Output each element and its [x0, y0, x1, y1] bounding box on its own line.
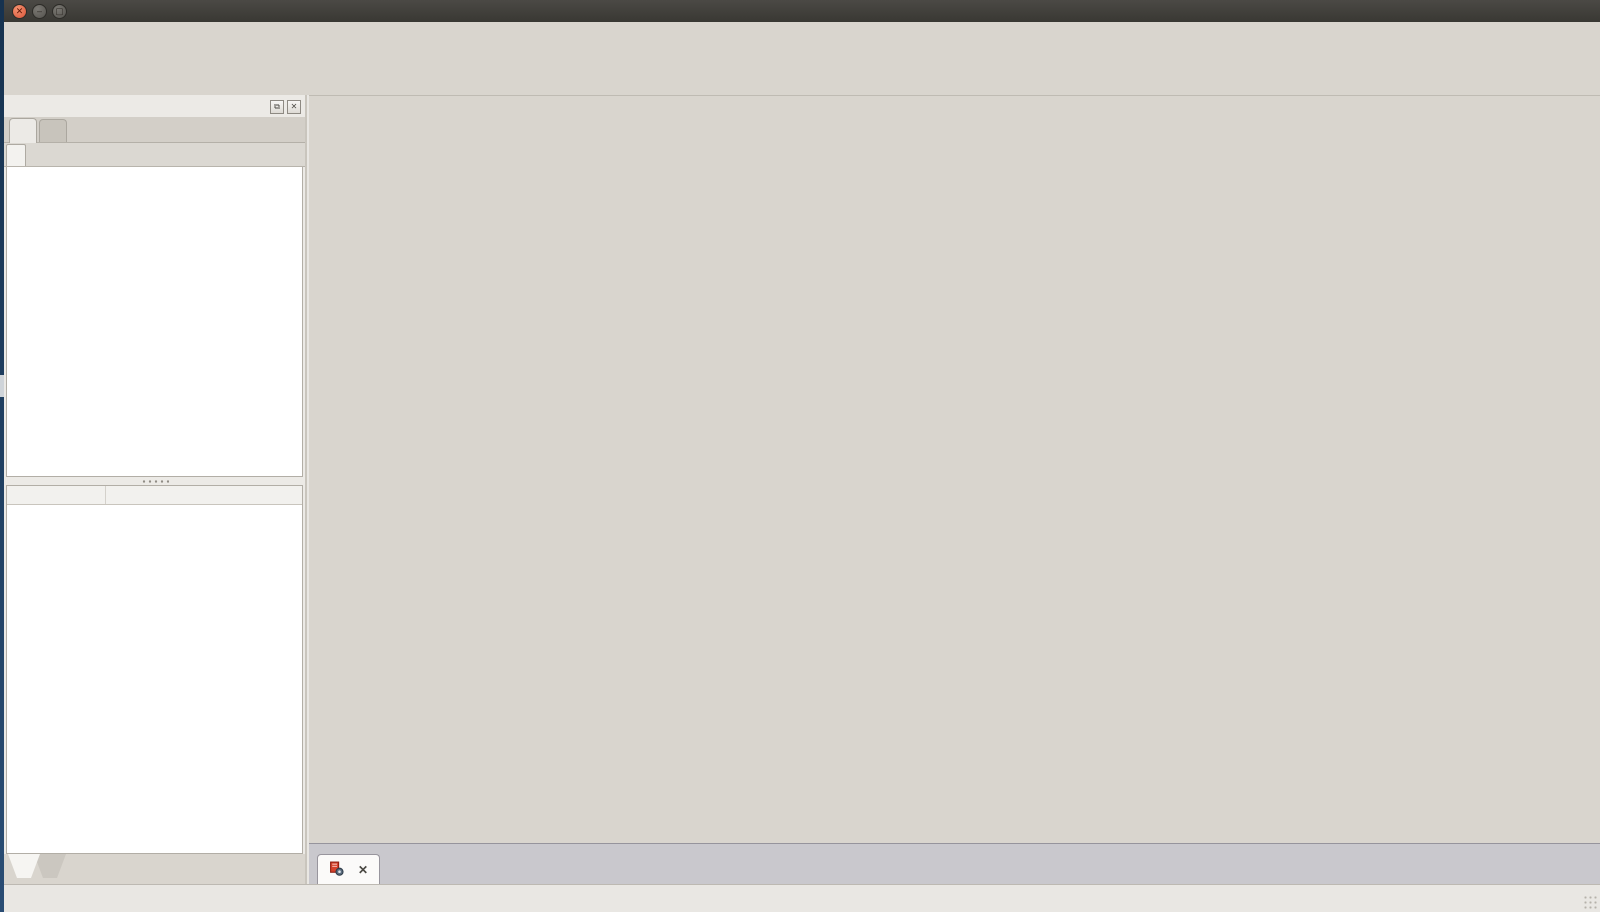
property-editor [6, 485, 303, 854]
mdi-area: ✕ [307, 95, 1600, 884]
panel-splitter[interactable] [4, 477, 305, 485]
combo-view-tabs [4, 117, 305, 143]
document-tab-bar: ✕ [309, 843, 1600, 884]
panel-close-icon[interactable]: ✕ [287, 100, 301, 114]
panel-reveal-notch[interactable] [0, 375, 4, 397]
tab-close-icon[interactable]: ✕ [358, 863, 368, 877]
window-minimize-button[interactable]: – [32, 4, 47, 19]
tab-tasks[interactable] [39, 119, 67, 142]
toolbar-part-measure [4, 59, 1600, 96]
screen-edge-strip [0, 0, 4, 912]
property-editor-filler [7, 505, 302, 853]
titlebar[interactable]: ✕ – ▢ [0, 0, 1600, 22]
property-column-header[interactable] [7, 486, 106, 504]
resize-grip-icon[interactable] [1583, 895, 1597, 909]
tab-data[interactable] [34, 854, 66, 878]
combo-view-panel: ⧉ ✕ [4, 95, 307, 884]
freecad-document-icon [329, 861, 344, 879]
panel-float-icon[interactable]: ⧉ [270, 100, 284, 114]
model-tree[interactable] [6, 167, 303, 477]
tree-header [4, 143, 305, 167]
tab-model[interactable] [9, 118, 37, 143]
3d-viewport[interactable] [309, 95, 1600, 843]
window-close-button[interactable]: ✕ [12, 4, 27, 19]
document-tab[interactable]: ✕ [317, 854, 380, 884]
view-data-tabs [4, 854, 305, 884]
toolbar-file-view [4, 22, 1600, 59]
value-column-header[interactable] [106, 486, 302, 504]
window-maximize-button[interactable]: ▢ [52, 4, 67, 19]
tab-view[interactable] [8, 854, 40, 878]
statusbar [0, 884, 1600, 912]
labels-attributes-header[interactable] [6, 144, 26, 166]
